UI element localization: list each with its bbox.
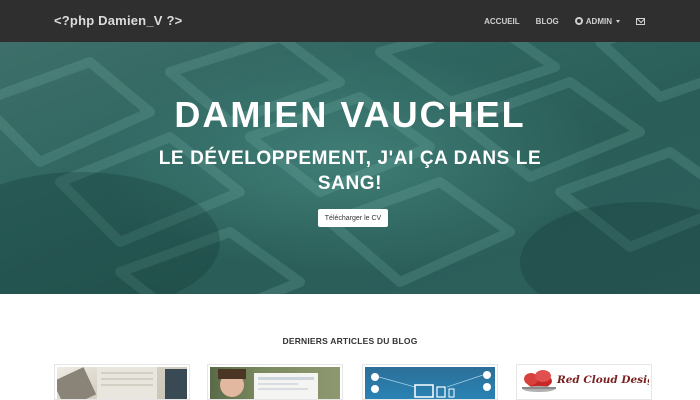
brand-link[interactable]: <?php Damien_V ?> — [54, 13, 182, 28]
article-thumbnail-person-laptop — [210, 367, 340, 399]
navbar: <?php Damien_V ?> ACCUEIL BLOG ADMIN — [0, 0, 700, 42]
latest-articles-heading: DERNIERS ARTICLES DU BLOG — [282, 336, 418, 346]
envelope-icon — [636, 17, 645, 25]
nav-item-contact[interactable] — [636, 17, 645, 25]
nav-item-admin-dropdown[interactable]: ADMIN — [574, 16, 620, 26]
hero-subtitle: LE DÉVELOPPEMENT, J'AI ÇA DANS LE SANG! — [158, 148, 542, 194]
nav-item-admin-label: ADMIN — [585, 16, 612, 26]
nav-menu: ACCUEIL BLOG ADMIN — [484, 0, 645, 42]
article-card[interactable] — [207, 364, 343, 400]
nav-item-blog[interactable]: BLOG — [536, 17, 559, 26]
article-card[interactable] — [54, 364, 190, 400]
article-thumbnail-desk-keyboard — [57, 367, 187, 399]
article-thumbnail-responsive-devices — [365, 367, 495, 399]
article-thumbnail-red-cloud-design: Red Cloud Design — [519, 367, 649, 399]
gear-icon — [574, 17, 583, 25]
hero-banner: DAMIEN VAUCHEL LE DÉVELOPPEMENT, J'AI ÇA… — [0, 42, 700, 294]
caret-down-icon — [616, 19, 620, 23]
article-card[interactable]: Red Cloud Design — [516, 364, 652, 400]
nav-item-accueil[interactable]: ACCUEIL — [484, 17, 520, 26]
red-cloud-logo-text: Red Cloud Design — [557, 374, 649, 386]
download-cv-button[interactable]: Télécharger le CV — [318, 209, 388, 227]
hero-title: DAMIEN VAUCHEL — [174, 94, 526, 135]
article-card[interactable] — [362, 364, 498, 400]
